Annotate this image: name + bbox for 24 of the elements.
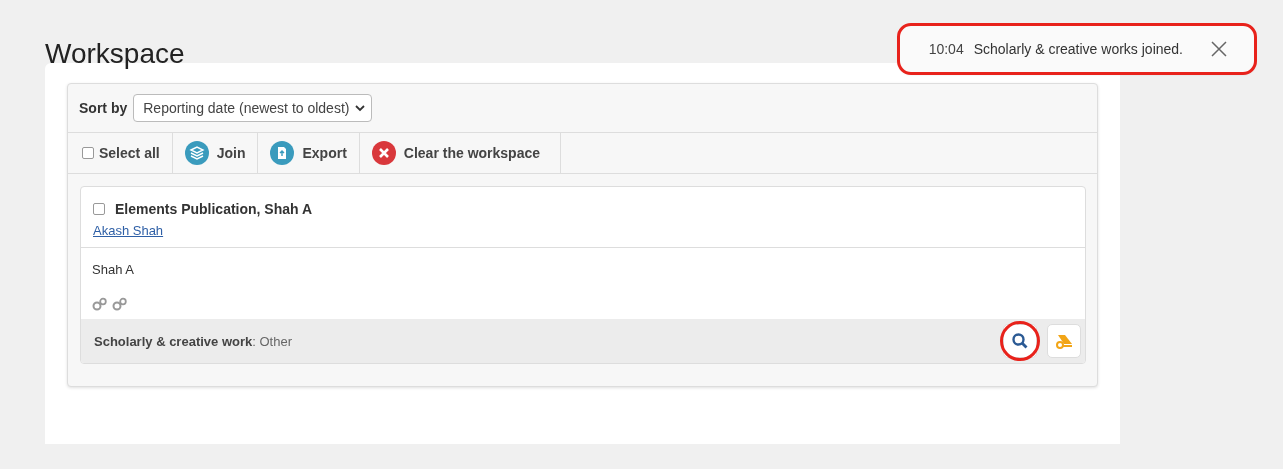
highlight-ring <box>1000 321 1040 361</box>
search-button[interactable] <box>1003 324 1037 358</box>
tag-icon <box>1054 332 1074 350</box>
layers-icon <box>184 141 209 165</box>
chevron-down-icon <box>355 104 366 112</box>
close-icon[interactable] <box>1211 41 1227 57</box>
item-authors: Shah A <box>92 262 135 277</box>
gears-icon <box>92 297 108 311</box>
search-icon <box>1011 332 1029 350</box>
sort-label: Sort by <box>79 100 128 116</box>
page-title: Workspace <box>45 37 185 71</box>
document-icon <box>270 141 295 165</box>
gears-icon <box>112 297 128 311</box>
tag-button[interactable] <box>1047 324 1081 358</box>
item-title: Elements Publication, Shah A <box>115 201 313 217</box>
author-link[interactable]: Akash Shah <box>93 223 164 238</box>
sort-dropdown[interactable]: Reporting date (newest to oldest) <box>133 94 373 122</box>
toast-time: 10:04 <box>928 41 964 57</box>
toast-message: Scholarly & creative works joined. <box>973 41 1183 57</box>
item-type: Scholarly & creative work: Other <box>94 333 292 349</box>
item-checkbox[interactable] <box>93 203 105 215</box>
select-all-checkbox[interactable] <box>82 147 94 159</box>
close-circle-icon <box>371 141 396 165</box>
select-all-label: Select all <box>99 145 160 161</box>
